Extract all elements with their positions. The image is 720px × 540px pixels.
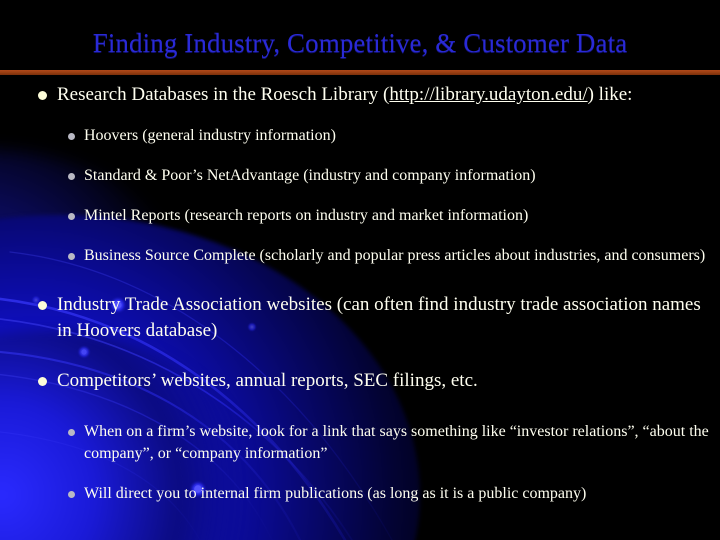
bullet-level2-hoovers: Hoovers (general industry information)	[0, 125, 720, 147]
bullet-text-netadvantage: Standard & Poor’s NetAdvantage (industry…	[84, 167, 536, 184]
slide-body: Research Databases in the Roesch Library…	[0, 82, 720, 515]
bullet-marker-level2	[68, 429, 75, 436]
bullet-text-internal-publications: Will direct you to internal firm publica…	[84, 485, 587, 502]
slide-title-container: Finding Industry, Competitive, & Custome…	[0, 26, 720, 60]
bullet-text-trade-association: Industry Trade Association websites (can…	[57, 294, 701, 341]
bullet-marker-level1	[38, 377, 47, 386]
title-divider-rule	[0, 70, 720, 75]
bullet-level2-firm-website-link: When on a firm’s website, look for a lin…	[0, 421, 720, 465]
bullet-level2-business-source-complete: Business Source Complete (scholarly and …	[0, 245, 720, 267]
bullet-text-research-databases: Research Databases in the Roesch Library…	[57, 82, 720, 108]
bullet-marker-level1	[38, 301, 47, 310]
bullet-level1-trade-association: Industry Trade Association websites (can…	[0, 292, 720, 344]
bullet-marker-level2	[68, 491, 75, 498]
bullet-text-firm-website-link: When on a firm’s website, look for a lin…	[84, 423, 709, 462]
bullet-level1-competitors: Competitors’ websites, annual reports, S…	[0, 368, 720, 394]
bullet-marker-level2	[68, 213, 75, 220]
bullet-marker-level2	[68, 133, 75, 140]
bullet-lead-text: Research Databases in the Roesch Library…	[57, 84, 390, 105]
bullet-text-mintel-reports: Mintel Reports (research reports on indu…	[84, 207, 529, 224]
bullet-level2-mintel-reports: Mintel Reports (research reports on indu…	[0, 205, 720, 227]
bullet-marker-level2	[68, 253, 75, 260]
page-title: Finding Industry, Competitive, & Custome…	[92, 28, 628, 58]
bullet-level2-netadvantage: Standard & Poor’s NetAdvantage (industry…	[0, 165, 720, 187]
bullet-level1-research-databases: Research Databases in the Roesch Library…	[0, 82, 720, 108]
bullet-marker-level2	[68, 173, 75, 180]
presentation-slide: Finding Industry, Competitive, & Custome…	[0, 0, 720, 540]
bullet-level2-internal-publications: Will direct you to internal firm publica…	[0, 483, 720, 505]
bullet-text-competitors: Competitors’ websites, annual reports, S…	[57, 370, 478, 391]
roesch-library-link[interactable]: http://library.udayton.edu/	[389, 84, 587, 105]
bullet-marker-level1	[38, 91, 47, 100]
bullet-tail-text: ) like:	[587, 84, 633, 105]
bullet-text-business-source-complete: Business Source Complete (scholarly and …	[84, 247, 706, 264]
bullet-text-hoovers: Hoovers (general industry information)	[84, 127, 336, 144]
